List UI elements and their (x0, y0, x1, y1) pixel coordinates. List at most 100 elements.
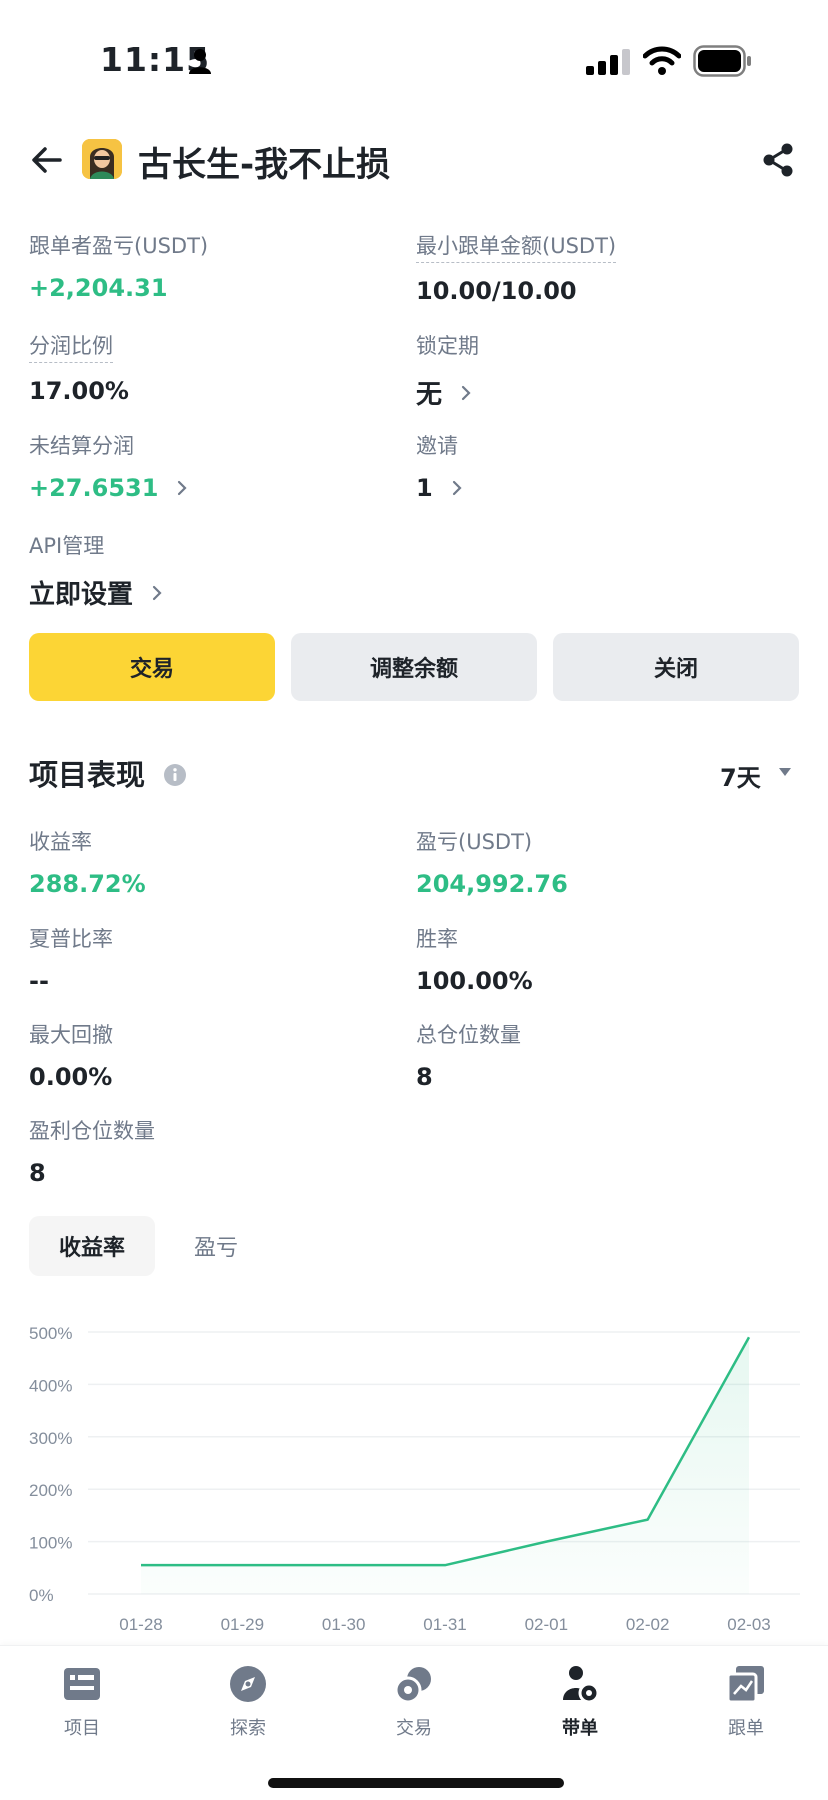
roi-stat: 收益率 288.72% (29, 826, 146, 898)
nav-item-explore[interactable]: 探索 (193, 1662, 303, 1752)
roi-value: 288.72% (29, 870, 146, 898)
y-tick-label: 400% (29, 1376, 72, 1395)
x-tick-label: 02-03 (727, 1615, 770, 1634)
roi-chart: 500% 400% 300% 200% 100% 0% 01-28 01-29 01-30 01-… (29, 1324, 800, 1634)
x-tick-label: 01-28 (119, 1615, 162, 1634)
caret-down-icon[interactable] (778, 767, 792, 777)
min-copy-amount: 最小跟单金额(USDT) 10.00/10.00 (416, 230, 617, 305)
nav-label: 跟单 (728, 1718, 764, 1739)
bottom-nav: 项目 探索 交易 带单 跟单 (0, 1645, 828, 1800)
invite-value: 1 (416, 474, 433, 502)
nav-item-projects[interactable]: 项目 (27, 1662, 137, 1752)
avatar (82, 139, 122, 179)
y-tick-label: 200% (29, 1481, 72, 1500)
person-icon (189, 49, 211, 74)
follower-pnl-value: +2,204.31 (29, 274, 168, 302)
mdd-label: 最大回撤 (29, 1023, 113, 1047)
trade-icon (394, 1667, 431, 1704)
sharpe-value: -- (29, 967, 49, 995)
max-drawdown-stat: 最大回撤 0.00% (29, 1019, 113, 1091)
wifi-icon (643, 46, 681, 75)
winning-positions-value: 8 (29, 1159, 46, 1187)
x-tick-label: 01-29 (221, 1615, 264, 1634)
unsettled-profit-share[interactable]: 未结算分润 +27.6531 (29, 430, 188, 502)
pnl-stat: 盈亏(USDT) 204,992.76 (416, 826, 568, 898)
compass-icon (230, 1666, 266, 1702)
nav-item-copy-trade[interactable]: 跟单 (691, 1662, 801, 1752)
pnl-label: 盈亏(USDT) (416, 830, 533, 854)
follower-pnl-label: 跟单者盈亏(USDT) (29, 234, 209, 258)
x-tick-label: 02-02 (626, 1615, 669, 1634)
total-positions-label: 总仓位数量 (416, 1023, 521, 1047)
battery-icon (693, 45, 751, 77)
sharpe-stat: 夏普比率 -- (29, 923, 113, 995)
tab-pnl[interactable]: 盈亏 (170, 1216, 262, 1276)
lock-period-label: 锁定期 (416, 334, 479, 358)
share-icon[interactable] (762, 143, 794, 177)
x-tick-label: 02-01 (525, 1615, 568, 1634)
back-arrow-icon[interactable] (30, 143, 64, 177)
lock-period[interactable]: 锁定期 无 (416, 330, 479, 411)
nav-label: 项目 (64, 1718, 100, 1739)
api-management[interactable]: API管理 立即设置 (29, 530, 163, 611)
lead-trader-icon (563, 1666, 600, 1704)
sharpe-label: 夏普比率 (29, 927, 113, 951)
section-title: 项目表现 (29, 758, 146, 792)
y-tick-label: 0% (29, 1586, 54, 1605)
unsettled-label: 未结算分润 (29, 434, 134, 458)
profit-share-label[interactable]: 分润比例 (29, 330, 113, 363)
invite[interactable]: 邀请 1 (416, 430, 463, 502)
y-tick-label: 500% (29, 1324, 72, 1343)
invite-row[interactable]: 1 (416, 474, 463, 502)
chevron-right-icon (178, 480, 187, 496)
follower-pnl: 跟单者盈亏(USDT) +2,204.31 (29, 230, 208, 302)
cellular-signal-icon (586, 49, 630, 75)
roi-label: 收益率 (29, 830, 92, 854)
chevron-right-icon (461, 385, 471, 400)
nav-label: 探索 (230, 1718, 266, 1739)
winrate-stat: 胜率 100.00% (416, 923, 533, 995)
mdd-value: 0.00% (29, 1063, 113, 1091)
list-icon (64, 1668, 100, 1700)
close-button[interactable]: 关闭 (553, 633, 799, 701)
y-tick-label: 100% (29, 1534, 72, 1553)
winrate-label: 胜率 (416, 927, 458, 951)
pnl-value: 204,992.76 (416, 870, 568, 898)
avatar-icon (82, 139, 122, 179)
nav-item-lead-trade[interactable]: 带单 (525, 1662, 635, 1752)
unsettled-row[interactable]: +27.6531 (29, 474, 188, 502)
info-icon[interactable] (164, 764, 186, 786)
trade-button[interactable]: 交易 (29, 633, 275, 701)
chevron-right-icon (152, 585, 162, 600)
y-tick-label: 300% (29, 1429, 72, 1448)
winning-positions-stat: 盈利仓位数量 8 (29, 1115, 155, 1187)
copy-trade-icon (726, 1666, 764, 1704)
series-area (141, 1337, 749, 1594)
period-select[interactable]: 7天 (720, 758, 761, 793)
page-title: 古长生-我不止损 (138, 145, 391, 185)
status-bar: 11:15 (0, 0, 828, 110)
nav-label: 带单 (562, 1718, 598, 1739)
winning-positions-label: 盈利仓位数量 (29, 1119, 155, 1143)
api-setup-link[interactable]: 立即设置 (29, 574, 133, 611)
unsettled-value: +27.6531 (29, 474, 159, 502)
lock-period-value: 无 (416, 380, 443, 410)
total-positions-stat: 总仓位数量 8 (416, 1019, 521, 1091)
api-label: API管理 (29, 534, 105, 558)
min-copy-amount-label[interactable]: 最小跟单金额(USDT) (416, 230, 617, 263)
x-tick-label: 01-30 (322, 1615, 365, 1634)
profit-share: 分润比例 17.00% (29, 330, 129, 405)
winrate-value: 100.00% (416, 967, 533, 995)
header: 古长生-我不止损 (0, 125, 828, 195)
nav-item-trade[interactable]: 交易 (359, 1662, 469, 1752)
min-copy-amount-value: 10.00/10.00 (416, 277, 577, 305)
lock-period-row[interactable]: 无 (416, 374, 479, 411)
invite-label: 邀请 (416, 434, 458, 458)
adjust-balance-button[interactable]: 调整余额 (291, 633, 537, 701)
tab-roi[interactable]: 收益率 (29, 1216, 155, 1276)
api-setup-row[interactable]: 立即设置 (29, 574, 163, 611)
nav-label: 交易 (396, 1718, 432, 1739)
profit-share-value: 17.00% (29, 377, 129, 405)
total-positions-value: 8 (416, 1063, 433, 1091)
home-indicator (268, 1778, 564, 1788)
